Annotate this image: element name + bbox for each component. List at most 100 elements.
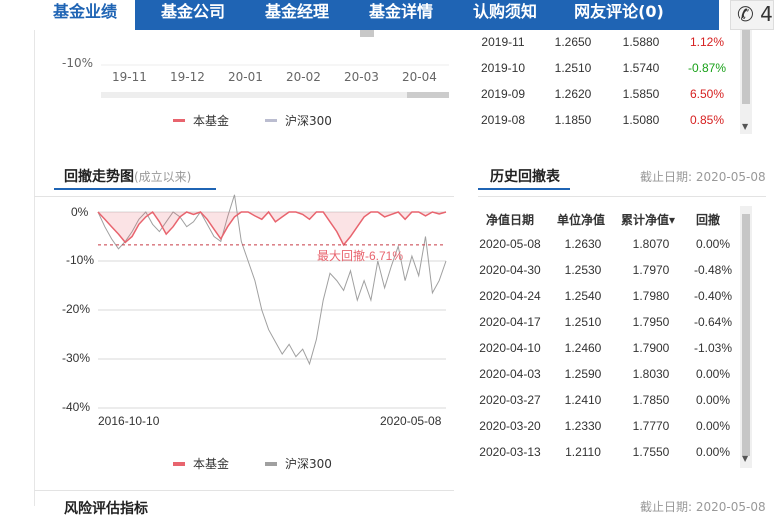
history-title-underline [478,188,570,190]
history-table-scrollbar[interactable]: ▼ [740,206,752,468]
drawdown-cell: -0.64% [693,315,733,329]
table-row: 2020-04-10 1.2460 1.7900 -1.03% [470,335,740,361]
return-cell: 0.85% [689,113,725,127]
drawdown-legend: 本基金 沪深300 [173,455,332,472]
unit-nav-cell: 1.2460 [564,341,602,355]
col-header-accum-nav[interactable]: 累计净值▾ [621,211,675,228]
scrollbar-thumb[interactable] [742,30,750,104]
unit-nav-cell: 1.2590 [564,367,602,381]
unit-nav-cell: 1.2650 [554,35,592,49]
date-cell: 2020-05-08 [479,237,541,251]
top-table-scrollbar[interactable]: ▼ [740,30,752,134]
legend-swatch-fund [173,461,185,466]
table-row: 2020-03-13 1.2110 1.7550 0.00% [470,439,740,465]
section-separator [478,196,766,197]
col-header-nav-date[interactable]: 净值日期 [486,211,534,228]
series-line-index [97,194,447,366]
drawdown-cell: 0.00% [695,367,731,381]
table-row: 2020-03-27 1.2410 1.7850 0.00% [470,387,740,413]
accum-nav-cell: 1.8070 [632,237,670,251]
accum-nav-cell: 1.5850 [622,87,660,101]
scroll-down-icon[interactable]: ▼ [742,122,748,131]
table-row: 2020-05-08 1.2630 1.8070 0.00% [470,231,740,257]
history-title: 历史回撤表 [490,169,560,185]
table-row: 2020-04-24 1.2540 1.7980 -0.40% [470,283,740,309]
return-cell: 1.12% [689,35,725,49]
accum-nav-cell: 1.7770 [632,419,670,433]
col-header-drawdown[interactable]: 回撤 [696,211,720,228]
date-cell: 2020-03-20 [479,419,541,433]
date-cell: 2020-04-03 [479,367,541,381]
unit-nav-cell: 1.2510 [554,61,592,75]
unit-nav-cell: 1.2620 [554,87,592,101]
date-cell: 2020-04-30 [479,263,541,277]
drawdown-cell: -0.40% [693,289,733,303]
col-header-unit-nav[interactable]: 单位净值 [557,211,605,228]
unit-nav-cell: 1.2530 [564,263,602,277]
risk-section-title: 风险评估指标 [64,501,148,517]
drawdown-chart: 最大回撤-6.71% [97,194,447,409]
scrollbar-thumb[interactable] [742,214,750,456]
accum-nav-cell: 1.5080 [622,113,660,127]
date-cell: 2020-03-13 [479,445,541,459]
return-cell: 6.50% [689,87,725,101]
scroll-down-icon[interactable]: ▼ [742,454,748,463]
table-row: 2019-10 1.2510 1.5740 -0.87% [468,55,740,81]
drawdown-cell: 0.00% [695,393,731,407]
unit-nav-cell: 1.2410 [564,393,602,407]
drawdown-cell: 0.00% [695,237,731,251]
accum-nav-cell: 1.7970 [632,263,670,277]
risk-date-note: 截止日期: 2020-05-08 [640,500,766,514]
drawdown-cell: 0.00% [695,445,731,459]
table-row: 2019-09 1.2620 1.5850 6.50% [468,81,740,107]
history-drawdown-table: 2020-05-08 1.2630 1.8070 0.00% 2020-04-30 1.2… [470,231,740,465]
unit-nav-cell: 1.2330 [564,419,602,433]
table-row: 2019-08 1.1850 1.5080 0.85% [468,107,740,133]
drawdown-cell: -0.48% [693,263,733,277]
history-date-note: 截止日期: 2020-05-08 [640,170,766,184]
accum-nav-cell: 1.7850 [632,393,670,407]
date-cell: 2020-04-10 [479,341,541,355]
phone-icon: ✆ [737,2,754,26]
table-row: 2020-03-20 1.2330 1.7770 0.00% [470,413,740,439]
date-cell: 2020-03-27 [479,393,541,407]
accum-nav-cell: 1.7950 [632,315,670,329]
unit-nav-cell: 1.2540 [564,289,602,303]
phone-text: 4 [760,2,773,26]
accum-nav-cell: 1.5740 [622,61,660,75]
accum-nav-cell: 1.7980 [632,289,670,303]
accum-nav-cell: 1.8030 [632,367,670,381]
unit-nav-cell: 1.2630 [564,237,602,251]
table-row: 2020-04-17 1.2510 1.7950 -0.64% [470,309,740,335]
series-line-fund [97,210,447,247]
tab-user-comments[interactable]: 网友评论(0) [558,0,680,30]
tab-purchase-notice[interactable]: 认购须知 [454,0,556,30]
unit-nav-cell: 1.1850 [554,113,592,127]
section-separator [34,490,454,491]
legend-label-index[interactable]: 沪深300 [285,455,332,472]
unit-nav-cell: 1.2110 [565,445,601,459]
monthly-return-table: 2019-11 1.2650 1.5880 1.12% 2019-10 1.2510 1.5… [468,29,740,133]
date-cell: 2019-10 [480,61,526,75]
unit-nav-cell: 1.2510 [564,315,602,329]
accum-nav-cell: 1.5880 [622,35,660,49]
max-drawdown-label: 最大回撤-6.71% [317,248,403,263]
x-tick-label: 2016-10-10 [98,414,160,428]
date-cell: 2020-04-17 [479,315,541,329]
drawdown-cell: -1.03% [693,341,733,355]
date-cell: 2019-09 [480,87,526,101]
return-cell: -0.87% [687,61,727,75]
date-cell: 2019-08 [480,113,526,127]
x-tick-label: 2020-05-08 [380,414,442,428]
accum-nav-cell: 1.7550 [632,445,670,459]
table-row: 2019-11 1.2650 1.5880 1.12% [468,29,740,55]
table-row: 2020-04-03 1.2590 1.8030 0.00% [470,361,740,387]
date-cell: 2020-04-24 [479,289,541,303]
drawdown-cell: 0.00% [695,419,731,433]
phone-contact[interactable]: ✆ 4 [730,0,774,30]
table-row: 2020-04-30 1.2530 1.7970 -0.48% [470,257,740,283]
legend-label-fund[interactable]: 本基金 [193,455,229,472]
date-cell: 2019-11 [481,35,525,49]
accum-nav-cell: 1.7900 [632,341,670,355]
legend-swatch-index [265,461,278,466]
